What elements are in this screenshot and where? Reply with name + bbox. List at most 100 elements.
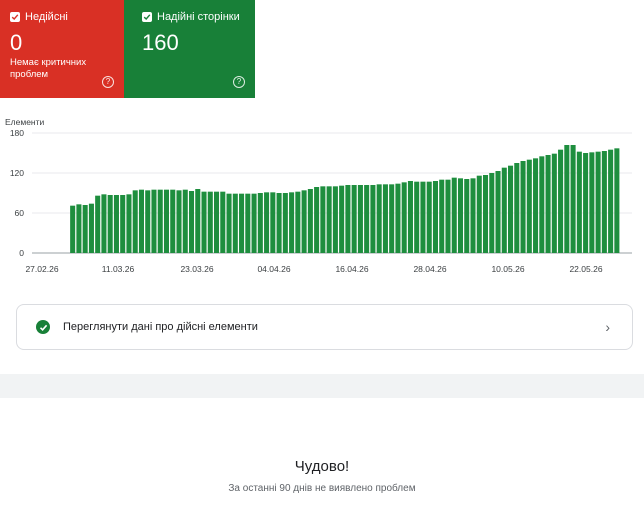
invalid-tile[interactable]: Недійсні 0 Немає критичних проблем ? xyxy=(0,0,124,98)
checkbox-checked-icon[interactable] xyxy=(10,12,20,22)
x-tick-label: 28.04.26 xyxy=(413,264,446,274)
view-valid-items-card[interactable]: Переглянути дані про дійсні елементи › xyxy=(16,304,633,350)
help-circle-icon[interactable]: ? xyxy=(102,76,114,88)
bar xyxy=(120,195,126,253)
pages-chart: 0 60 120 180 27.02.26 11.03.26 23.03.26 04.04.2… xyxy=(10,128,632,274)
bar xyxy=(270,192,276,253)
bar xyxy=(282,193,288,253)
bar xyxy=(357,185,363,253)
bar xyxy=(514,163,520,253)
y-tick-label: 60 xyxy=(15,208,25,218)
bar xyxy=(195,189,201,253)
valid-count: 160 xyxy=(142,30,179,55)
bar xyxy=(132,190,138,253)
bar xyxy=(382,184,388,253)
bar xyxy=(170,189,176,253)
bar xyxy=(595,151,601,253)
bar xyxy=(76,204,82,253)
bar xyxy=(251,193,257,253)
bar xyxy=(395,183,401,253)
valid-tile[interactable]: Надійні сторінки 160 ? xyxy=(124,0,255,98)
bar xyxy=(314,187,320,253)
bar xyxy=(533,158,539,253)
x-tick-label: 11.03.26 xyxy=(102,264,135,274)
bar xyxy=(320,186,326,253)
bar xyxy=(126,194,132,253)
bar xyxy=(245,193,251,253)
x-tick-label: 22.05.26 xyxy=(569,264,602,274)
invalid-count: 0 xyxy=(10,30,23,55)
bar xyxy=(495,171,501,253)
bar xyxy=(539,156,545,253)
bar xyxy=(113,195,119,253)
bar xyxy=(545,155,551,253)
valid-tile-label: Надійні сторінки xyxy=(157,11,240,23)
check-circle-icon xyxy=(36,320,50,334)
bar xyxy=(351,185,357,253)
bar xyxy=(482,175,489,253)
bar xyxy=(95,195,101,253)
bar xyxy=(601,151,607,253)
bar xyxy=(401,182,407,253)
bar xyxy=(508,165,514,253)
bar xyxy=(295,191,301,253)
bar xyxy=(182,189,188,253)
valid-tile-header[interactable]: Надійні сторінки xyxy=(142,11,240,23)
bar xyxy=(564,145,570,253)
bar xyxy=(432,181,438,253)
view-valid-items-label: Переглянути дані про дійсні елементи xyxy=(63,321,258,333)
bar xyxy=(176,190,182,253)
bar xyxy=(226,193,232,253)
bar xyxy=(445,179,451,253)
bar xyxy=(289,192,295,253)
bar xyxy=(232,193,238,253)
invalid-tile-header[interactable]: Недійсні xyxy=(10,11,68,23)
bar xyxy=(583,153,589,253)
bar xyxy=(239,193,245,253)
bar xyxy=(264,192,270,253)
x-tick-label: 04.04.26 xyxy=(257,264,290,274)
bar xyxy=(570,145,576,253)
bar xyxy=(332,186,338,253)
bar xyxy=(389,184,395,253)
bar xyxy=(214,191,220,253)
bar xyxy=(501,167,507,253)
bar xyxy=(257,193,263,253)
bar xyxy=(558,149,564,253)
bar xyxy=(608,149,614,253)
chevron-right-icon[interactable]: › xyxy=(605,319,610,335)
y-tick-label: 180 xyxy=(10,128,24,138)
bar xyxy=(576,151,582,253)
bar xyxy=(151,189,157,253)
bar xyxy=(614,148,620,253)
y-tick-label: 0 xyxy=(19,248,24,258)
bar xyxy=(107,195,113,253)
bar xyxy=(414,181,420,253)
bar xyxy=(464,179,470,253)
bar xyxy=(163,189,170,253)
bar xyxy=(439,179,445,253)
status-subtitle: За останні 90 днів не виявлено проблем xyxy=(228,483,416,494)
x-tick-label: 27.02.26 xyxy=(25,264,58,274)
bar xyxy=(307,189,313,253)
status-tiles: Недійсні 0 Немає критичних проблем ? Над… xyxy=(0,0,255,98)
bar xyxy=(326,186,332,253)
y-tick-label: 120 xyxy=(10,168,24,178)
bar xyxy=(520,161,526,253)
x-tick-label: 16.04.26 xyxy=(335,264,368,274)
bar xyxy=(420,181,426,253)
bar xyxy=(376,184,382,253)
x-tick-label: 23.03.26 xyxy=(180,264,213,274)
bar xyxy=(82,205,88,253)
bar xyxy=(470,178,476,253)
bar xyxy=(70,205,76,253)
bar xyxy=(457,178,464,253)
bar xyxy=(88,203,94,253)
bar xyxy=(476,175,482,253)
bar xyxy=(138,189,144,253)
help-circle-icon[interactable]: ? xyxy=(233,76,245,88)
bar xyxy=(157,189,163,253)
bar xyxy=(145,190,151,253)
status-title: Чудово! xyxy=(294,458,350,475)
checkbox-checked-icon[interactable] xyxy=(142,12,152,22)
